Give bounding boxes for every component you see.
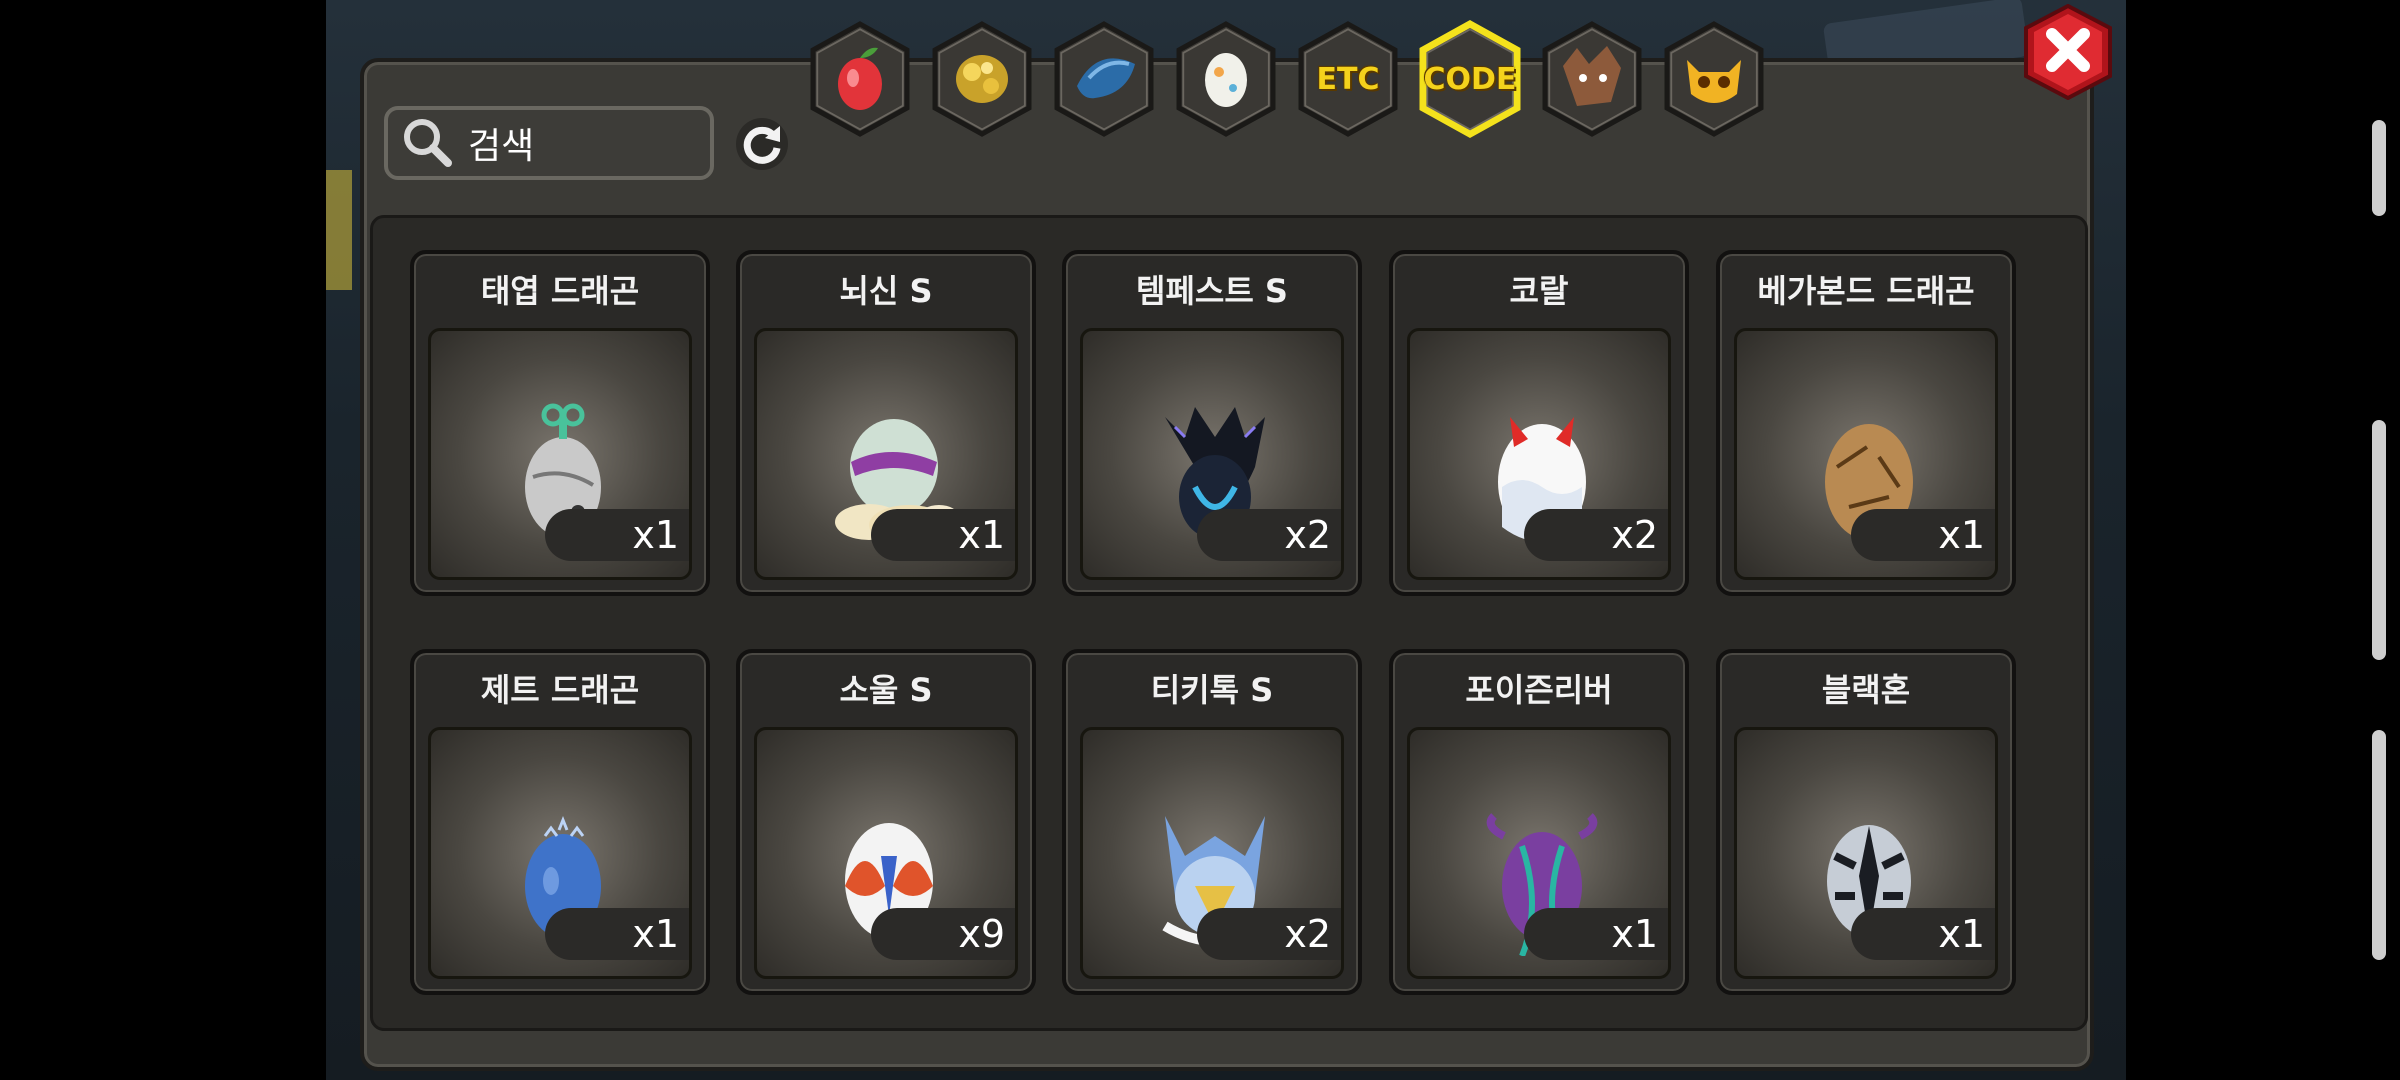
item-card[interactable]: 제트 드래곤 x1 xyxy=(410,649,710,995)
tab-fruit[interactable] xyxy=(805,16,915,142)
item-quantity: x1 xyxy=(1524,908,1668,960)
item-card[interactable]: 템페스트 S x2 xyxy=(1062,250,1362,596)
item-quantity: x1 xyxy=(1851,908,1995,960)
item-name: 뇌신 S xyxy=(839,272,933,310)
item-name: 코랄 xyxy=(1509,272,1569,310)
egg-icon xyxy=(1205,53,1247,107)
item-image: x2 xyxy=(1407,328,1671,580)
tab-egg[interactable] xyxy=(1171,16,1281,142)
item-card[interactable]: 소울 S x9 xyxy=(736,649,1036,995)
item-image: x2 xyxy=(1080,328,1344,580)
item-quantity: x2 xyxy=(1197,509,1341,561)
item-card[interactable]: 코랄 x2 xyxy=(1389,250,1689,596)
search-input[interactable]: 검색 xyxy=(468,117,534,169)
item-image: x1 xyxy=(428,727,692,979)
tab-gold[interactable] xyxy=(927,16,1037,142)
refresh-icon[interactable] xyxy=(734,116,790,172)
item-quantity: x1 xyxy=(1851,509,1995,561)
item-image: x1 xyxy=(754,328,1018,580)
item-name: 블랙혼 xyxy=(1821,671,1911,709)
tab-label: CODE xyxy=(1423,61,1517,97)
item-image: x1 xyxy=(1734,328,1998,580)
item-image: x9 xyxy=(754,727,1018,979)
search-icon xyxy=(404,119,452,167)
item-quantity: x1 xyxy=(871,509,1015,561)
item-image: x1 xyxy=(428,328,692,580)
tab-mask[interactable] xyxy=(1659,16,1769,142)
item-card[interactable]: 블랙혼 x1 xyxy=(1716,649,2016,995)
item-quantity: x1 xyxy=(545,908,689,960)
item-quantity: x2 xyxy=(1524,509,1668,561)
gold-nugget-icon xyxy=(956,55,1008,103)
item-quantity: x1 xyxy=(545,509,689,561)
close-icon[interactable] xyxy=(2022,4,2114,100)
item-name: 티키톡 S xyxy=(1150,671,1274,709)
item-name: 템페스트 S xyxy=(1136,272,1288,310)
item-card[interactable]: 태엽 드래곤 x1 xyxy=(410,250,710,596)
tab-label: ETC xyxy=(1316,61,1380,97)
item-name: 제트 드래곤 xyxy=(480,671,640,709)
tab-dragon-item[interactable] xyxy=(1049,16,1159,142)
item-card[interactable]: 베가본드 드래곤 x1 xyxy=(1716,250,2016,596)
category-tabs: ETC CODE xyxy=(805,16,1805,142)
item-name: 베가본드 드래곤 xyxy=(1757,272,1975,310)
tab-code[interactable]: CODE xyxy=(1415,16,1525,142)
item-name: 포이즌리버 xyxy=(1465,671,1613,709)
scrollbar[interactable] xyxy=(2372,80,2386,960)
item-card[interactable]: 포이즌리버 x1 xyxy=(1389,649,1689,995)
item-name: 소울 S xyxy=(839,671,933,709)
item-image: x1 xyxy=(1734,727,1998,979)
item-quantity: x2 xyxy=(1197,908,1341,960)
item-image: x1 xyxy=(1407,727,1671,979)
item-card[interactable]: 티키톡 S x2 xyxy=(1062,649,1362,995)
tab-beast[interactable] xyxy=(1537,16,1647,142)
tab-etc[interactable]: ETC xyxy=(1293,16,1403,142)
item-card[interactable]: 뇌신 S x1 xyxy=(736,250,1036,596)
item-quantity: x9 xyxy=(871,908,1015,960)
item-image: x2 xyxy=(1080,727,1344,979)
item-name: 태엽 드래곤 xyxy=(480,272,640,310)
search-field[interactable]: 검색 xyxy=(384,106,714,180)
